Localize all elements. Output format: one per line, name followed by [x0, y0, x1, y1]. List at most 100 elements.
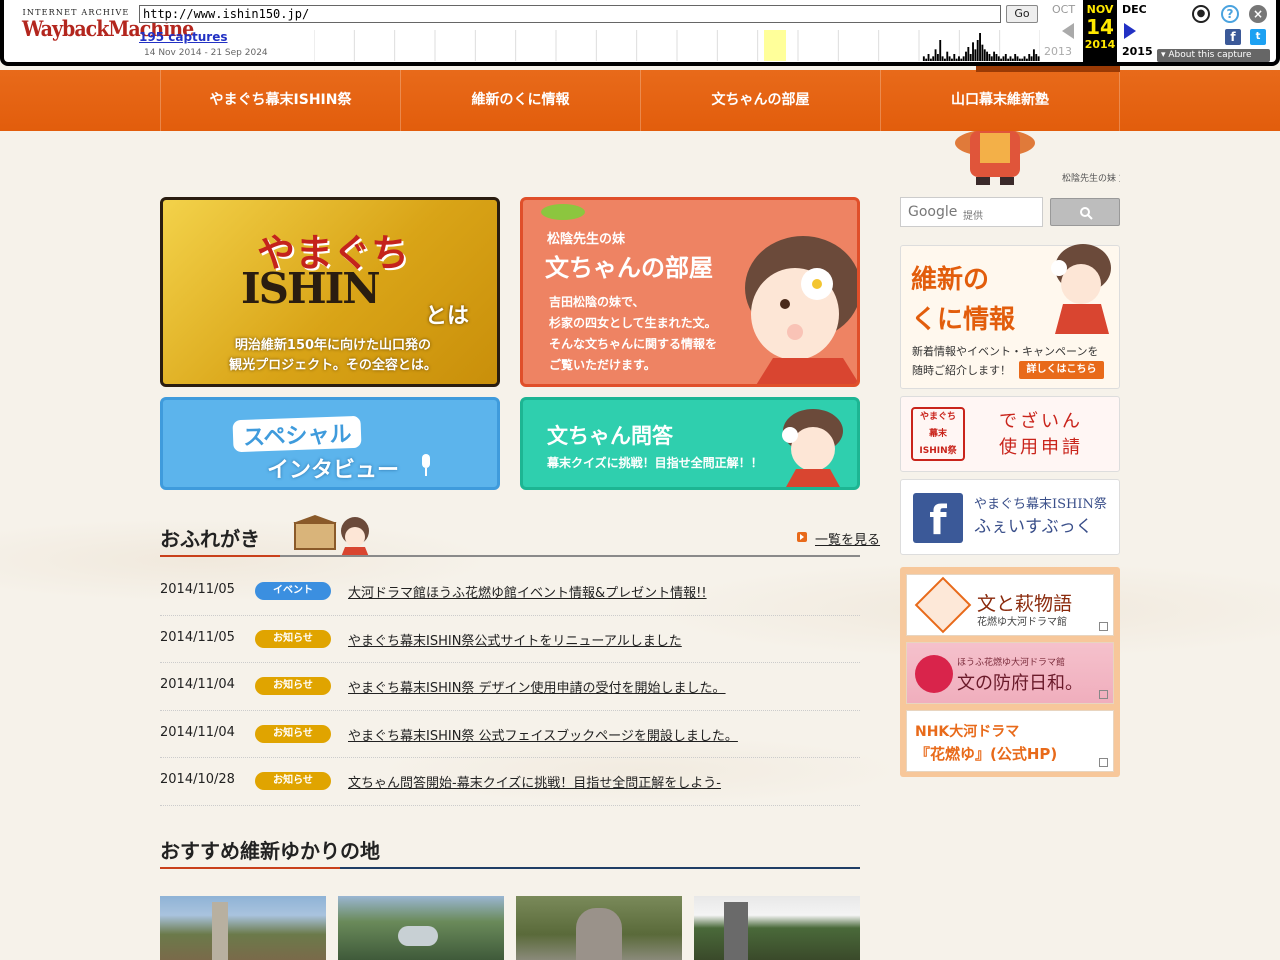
sparkline-bar — [925, 58, 928, 61]
banner2-subtitle: 松陰先生の妹 — [547, 232, 626, 247]
next-year-label[interactable]: 2015 — [1122, 45, 1153, 58]
banner-fumi-quiz[interactable]: 文ちゃん問答 幕末クイズに挑戦！目指せ全問正解！！ — [520, 397, 860, 490]
sparkline-bar — [981, 44, 984, 61]
gate — [724, 902, 748, 960]
user-icon[interactable]: ● — [1192, 5, 1210, 23]
external-link-icon — [1099, 690, 1108, 699]
news-row: 2014/10/28 お知らせ 文ちゃん問答開始-幕末クイズに挑戦！目指せ全問正… — [160, 758, 860, 806]
news-date: 2014/11/04 — [160, 724, 235, 740]
kuni-info-details-button[interactable]: 詳しくはこちら — [1019, 361, 1104, 379]
sparkline-bar — [1035, 54, 1038, 61]
wayback-sparkline[interactable] — [314, 30, 1040, 61]
sparkline-bar — [960, 58, 963, 61]
nav-item-juku[interactable]: 山口幕末維新塾 — [880, 70, 1120, 131]
notice-board-icon — [293, 515, 369, 557]
sparkline-bar — [965, 51, 967, 61]
leaf-icon — [541, 204, 585, 220]
help-icon[interactable]: ? — [1221, 5, 1239, 23]
nav-item-fumi-room[interactable]: 文ちゃんの部屋 — [640, 70, 880, 131]
wayback-go-button[interactable]: Go — [1006, 5, 1038, 23]
external-links-group: 文と萩物語 花燃ゆ大河ドラマ館 ほうふ花燃ゆ大河ドラマ館 文の防府日和。 NHK… — [900, 567, 1120, 777]
fumi-quiz-character-icon — [782, 409, 843, 487]
wayback-logo-main: WaybackMachine — [22, 16, 194, 42]
fumi-character-header: 松陰先生の妹 文ちゃん — [955, 131, 1120, 185]
news-link[interactable]: やまぐち幕末ISHIN祭 公式フェイスブックページを開設しました。 — [348, 725, 738, 744]
news-more-link[interactable]: 一覧を見る — [815, 529, 880, 548]
news-link[interactable]: やまぐち幕末ISHIN祭 デザイン使用申請の受付を開始しました。 — [348, 677, 726, 696]
recommend-divider — [160, 867, 860, 869]
sparkline-bar — [993, 51, 996, 61]
rock-monument — [576, 908, 622, 960]
kuni-info-card[interactable]: 維新の くに情報 新着情報やイベント・キャンペーンを 随時ご紹介します！ 詳しく… — [900, 244, 1120, 389]
sparkline-bar — [1021, 58, 1024, 61]
news-link[interactable]: やまぐち幕末ISHIN祭公式サイトをリニューアルしました — [348, 630, 682, 649]
about-capture-dropdown[interactable]: ▾ About this capture — [1157, 49, 1270, 62]
link-nhk-hanamoyu[interactable]: NHK大河ドラマ 『花燃ゆ』(公式HP) — [906, 710, 1114, 772]
place-photo-2[interactable] — [338, 896, 504, 960]
sparkline-bar — [1032, 49, 1035, 61]
header-char-caption: 松陰先生の妹 文ちゃん — [1062, 172, 1120, 184]
sparkline-bar — [1000, 58, 1003, 61]
news-badge-notice: お知らせ — [255, 772, 331, 790]
wayback-captures-link[interactable]: 195 captures — [139, 30, 228, 44]
banner1-sub-line2: 観光プロジェクト。その全容とは。 — [229, 358, 437, 373]
design-line1: でざいん — [999, 411, 1083, 432]
prev-capture-arrow-icon[interactable] — [1062, 23, 1074, 39]
banner-special-interview[interactable]: スペシャル インタビュー — [160, 397, 500, 490]
nav-item-kuni-info[interactable]: 維新のくに情報 — [400, 70, 640, 131]
sparkline-bar — [929, 58, 932, 61]
current-year: 2014 — [1084, 38, 1116, 51]
link-fumi-hofu-title: 文の防府日和。 — [957, 673, 1083, 694]
search-icon — [1080, 207, 1093, 220]
sparkline-bar — [1011, 58, 1014, 61]
search-button[interactable] — [1050, 198, 1120, 226]
google-logo: Google — [908, 204, 958, 220]
sparkline-bar — [995, 54, 998, 61]
banner2-desc-line1: 吉田松陰の妹で、 — [549, 295, 645, 309]
news-link[interactable]: 大河ドラマ館ほうふ花燃ゆ館イベント情報&プレゼント情報!! — [348, 582, 707, 601]
banner2-title: 文ちゃんの部屋 — [545, 254, 713, 282]
current-capture: NOV 14 2014 — [1083, 0, 1117, 62]
close-icon[interactable]: × — [1249, 5, 1267, 23]
banner-ishin-festival[interactable]: やまぐち ISHIN とは 明治維新150年に向けた山口発の 観光プロジェクト。… — [160, 197, 500, 387]
next-capture-arrow-icon[interactable] — [1124, 23, 1136, 39]
prev-year-label[interactable]: 2013 — [1044, 45, 1072, 58]
place-photo-4[interactable] — [694, 896, 860, 960]
sparkline-bar — [943, 58, 946, 61]
design-line2: 使用申請 — [999, 437, 1083, 458]
sparkline-bar — [948, 56, 951, 61]
facebook-card[interactable]: f やまぐち幕末ISHIN祭 ふぇいすぶっく — [900, 479, 1120, 555]
banner2-desc-line2: 杉家の四女として生まれた文。 — [549, 316, 717, 330]
sparkline-bar — [958, 56, 960, 61]
microphone-icon — [422, 454, 430, 476]
link-fumi-hofu[interactable]: ほうふ花燃ゆ大河ドラマ館 文の防府日和。 — [906, 642, 1114, 704]
link-fumi-hagi[interactable]: 文と萩物語 花燃ゆ大河ドラマ館 — [906, 574, 1114, 636]
design-application-card[interactable]: やまぐち 幕末 ISHIN祭 でざいん 使用申請 — [900, 396, 1120, 472]
news-link[interactable]: 文ちゃん問答開始-幕末クイズに挑戦！目指せ全問正解をしよう- — [348, 772, 721, 791]
news-list: 2014/11/05 イベント 大河ドラマ館ほうふ花燃ゆ館イベント情報&プレゼン… — [160, 568, 860, 806]
facebook-share-icon[interactable]: f — [1225, 29, 1241, 45]
recommend-section-title: おすすめ維新ゆかりの地 — [160, 839, 380, 863]
sparkline-bar — [1030, 56, 1033, 61]
news-date: 2014/11/04 — [160, 677, 235, 692]
banner-fumi-room[interactable]: 松陰先生の妹 文ちゃんの部屋 吉田松陰の妹で、 杉家の四女として生まれた文。 そ… — [520, 197, 860, 387]
sparkline-bar — [1028, 54, 1031, 61]
sparkline-bar — [972, 42, 974, 61]
news-row: 2014/11/04 お知らせ やまぐち幕末ISHIN祭 公式フェイスブックペー… — [160, 711, 860, 758]
link-fumi-hagi-sub: 花燃ゆ大河ドラマ館 — [977, 617, 1067, 628]
next-month-label[interactable]: DEC — [1122, 3, 1147, 16]
place-photo-3[interactable] — [516, 896, 682, 960]
prev-month-label[interactable]: OCT — [1052, 3, 1075, 16]
nav-item-ishin-festival[interactable]: やまぐち幕末ISHIN祭 — [160, 70, 400, 131]
link-fumi-hofu-sub: ほうふ花燃ゆ大河ドラマ館 — [957, 658, 1066, 668]
sparkline-highlight — [764, 30, 786, 61]
news-badge-notice: お知らせ — [255, 677, 331, 695]
wayback-logo[interactable]: INTERNET ARCHIVE WaybackMachine — [22, 8, 194, 42]
twitter-share-icon[interactable]: t — [1250, 29, 1266, 45]
banner3-subtitle: インタビュー — [267, 458, 400, 483]
statue — [398, 926, 438, 946]
place-photo-1[interactable] — [160, 896, 326, 960]
news-row: 2014/11/05 お知らせ やまぐち幕末ISHIN祭公式サイトをリニューアル… — [160, 616, 860, 663]
sparkline-bars — [922, 33, 1040, 61]
wayback-url-input[interactable] — [139, 5, 1001, 23]
